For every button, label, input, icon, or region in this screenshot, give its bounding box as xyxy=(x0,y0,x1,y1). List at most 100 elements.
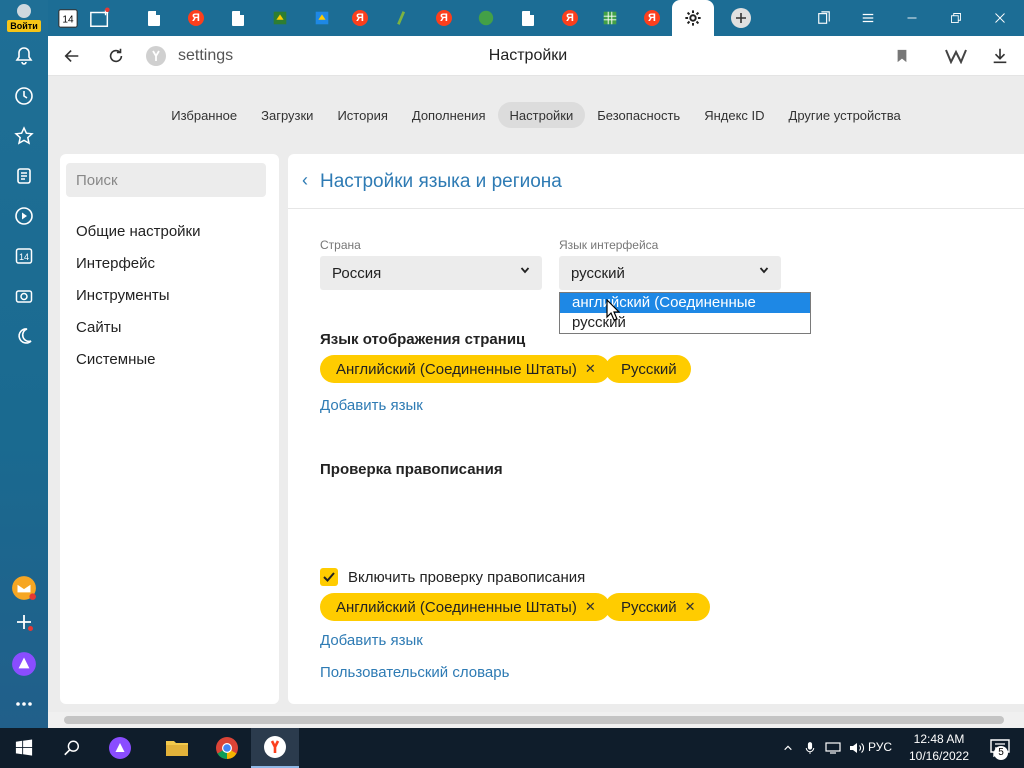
tab-yandex[interactable]: Я xyxy=(556,4,584,32)
tab-page[interactable] xyxy=(472,4,500,32)
section-tools[interactable]: Инструменты xyxy=(76,287,170,304)
night-mode-moon-icon[interactable] xyxy=(0,318,48,354)
settings-search-input[interactable] xyxy=(66,163,266,197)
video-play-icon[interactable] xyxy=(0,198,48,234)
nav-favorites[interactable]: Избранное xyxy=(159,102,249,128)
tab-document[interactable] xyxy=(140,4,168,32)
keyboard-language[interactable]: РУС xyxy=(868,740,892,754)
folder-icon xyxy=(166,741,188,756)
tab-yandex[interactable]: Я xyxy=(638,4,666,32)
section-sites[interactable]: Сайты xyxy=(76,319,121,336)
nav-other-devices[interactable]: Другие устройства xyxy=(777,102,913,128)
horizontal-scrollbar[interactable] xyxy=(48,712,1024,728)
settings-nav: Избранное Загрузки История Дополнения На… xyxy=(48,102,1024,130)
ui-language-select[interactable]: русский xyxy=(559,256,781,290)
country-select[interactable]: Россия xyxy=(320,256,542,290)
history-clock-icon[interactable] xyxy=(0,78,48,114)
user-dictionary-link[interactable]: Пользовательский словарь xyxy=(320,664,509,681)
nav-security[interactable]: Безопасность xyxy=(585,102,692,128)
new-tab-button[interactable] xyxy=(727,4,755,32)
remove-chip-icon[interactable]: ✕ xyxy=(585,599,596,615)
yandex-icon: Я xyxy=(562,10,578,26)
minimize-button[interactable] xyxy=(890,0,934,36)
tab-document[interactable] xyxy=(514,4,542,32)
yandex-browser-button[interactable] xyxy=(251,728,299,768)
nav-history[interactable]: История xyxy=(325,102,399,128)
login-button[interactable]: Войти xyxy=(6,2,42,34)
restore-button[interactable] xyxy=(934,0,978,36)
spell-chip-english: Английский (Соединенные Штаты) ✕ xyxy=(320,593,610,621)
tray-overflow-chevron-icon[interactable] xyxy=(778,728,798,768)
add-spell-language-link[interactable]: Добавить язык xyxy=(320,632,423,649)
menu-button[interactable] xyxy=(846,0,890,36)
clock[interactable]: 12:48 AM 10/16/2022 xyxy=(906,731,972,765)
page-title: Настройки языка и региона xyxy=(320,171,562,192)
spellcheck-heading: Проверка правописания xyxy=(320,461,503,478)
checkmark-icon xyxy=(323,572,335,582)
more-dots-icon[interactable] xyxy=(0,686,48,722)
wikipedia-button[interactable] xyxy=(944,44,968,68)
country-value: Россия xyxy=(332,265,382,282)
nav-settings[interactable]: Настройки xyxy=(497,102,586,128)
alice-taskbar-button[interactable] xyxy=(96,728,144,768)
tab-spreadsheet[interactable] xyxy=(596,4,624,32)
favorites-star-icon[interactable] xyxy=(0,118,48,154)
microphone-icon[interactable] xyxy=(800,728,820,768)
alice-assistant-icon[interactable] xyxy=(0,646,48,682)
tab-new-folder[interactable] xyxy=(86,4,114,32)
login-label: Войти xyxy=(7,20,41,32)
section-system[interactable]: Системные xyxy=(76,351,155,368)
close-window-button[interactable] xyxy=(978,0,1022,36)
tab-market[interactable] xyxy=(266,4,294,32)
tab-yandex[interactable]: Я xyxy=(430,4,458,32)
page-icon xyxy=(397,11,406,25)
add-service-plus-icon[interactable] xyxy=(0,604,48,640)
volume-icon[interactable] xyxy=(846,728,868,768)
notifications-bell-icon[interactable] xyxy=(0,38,48,74)
section-interface[interactable]: Интерфейс xyxy=(76,255,155,272)
tab-document[interactable] xyxy=(224,4,252,32)
language-chip-english: Английский (Соединенные Штаты) ✕ xyxy=(320,355,610,383)
spellcheck-checkbox[interactable] xyxy=(320,568,338,586)
minimize-icon xyxy=(907,17,917,19)
tab-yandex[interactable]: Я xyxy=(346,4,374,32)
calendar-icon[interactable]: 14 xyxy=(0,238,48,274)
restore-icon xyxy=(951,13,961,23)
remove-chip-icon[interactable]: ✕ xyxy=(685,599,696,615)
network-icon[interactable] xyxy=(822,728,844,768)
alice-icon xyxy=(109,737,131,759)
collections-icon[interactable] xyxy=(0,158,48,194)
tab-settings-active[interactable] xyxy=(672,0,714,36)
start-button[interactable] xyxy=(0,728,48,768)
ui-language-label: Язык интерфейса xyxy=(559,238,659,252)
mail-envelope-icon[interactable] xyxy=(0,570,48,606)
add-language-link[interactable]: Добавить язык xyxy=(320,397,423,414)
dropdown-option-english[interactable]: английский (Соединенные Штаты) xyxy=(560,293,810,331)
spreadsheet-icon xyxy=(603,11,617,25)
bookmark-button[interactable] xyxy=(890,44,914,68)
scrollbar-thumb[interactable] xyxy=(64,716,1004,724)
tab-page[interactable] xyxy=(388,4,416,32)
notification-count-badge: 5 xyxy=(994,746,1008,760)
page-title-in-bar: Настройки xyxy=(488,47,568,64)
tab-market[interactable] xyxy=(308,4,336,32)
nav-downloads[interactable]: Загрузки xyxy=(249,102,325,128)
screenshot-camera-icon[interactable] xyxy=(0,278,48,314)
tab-yandex[interactable]: Я xyxy=(182,4,210,32)
dropdown-option-russian[interactable]: русский xyxy=(560,313,810,333)
clock-time: 12:48 AM xyxy=(913,732,965,746)
collections-button[interactable] xyxy=(802,0,846,36)
tab-strip: 14 Я Я Я Я Я xyxy=(48,0,1024,36)
downloads-button[interactable] xyxy=(988,44,1012,68)
back-chevron-icon[interactable]: ‹ xyxy=(302,170,308,191)
nav-yandex-id[interactable]: Яндекс ID xyxy=(692,102,776,128)
tab-calendar[interactable]: 14 xyxy=(54,4,82,32)
file-explorer-button[interactable] xyxy=(153,728,201,768)
remove-chip-icon[interactable]: ✕ xyxy=(585,361,596,377)
chrome-button[interactable] xyxy=(203,728,251,768)
nav-extensions[interactable]: Дополнения xyxy=(400,102,498,128)
search-button[interactable] xyxy=(48,728,96,768)
language-settings-panel: ‹ Настройки языка и региона Страна Росси… xyxy=(288,154,1024,704)
spellcheck-label[interactable]: Включить проверку правописания xyxy=(348,569,585,586)
section-general[interactable]: Общие настройки xyxy=(76,223,201,240)
